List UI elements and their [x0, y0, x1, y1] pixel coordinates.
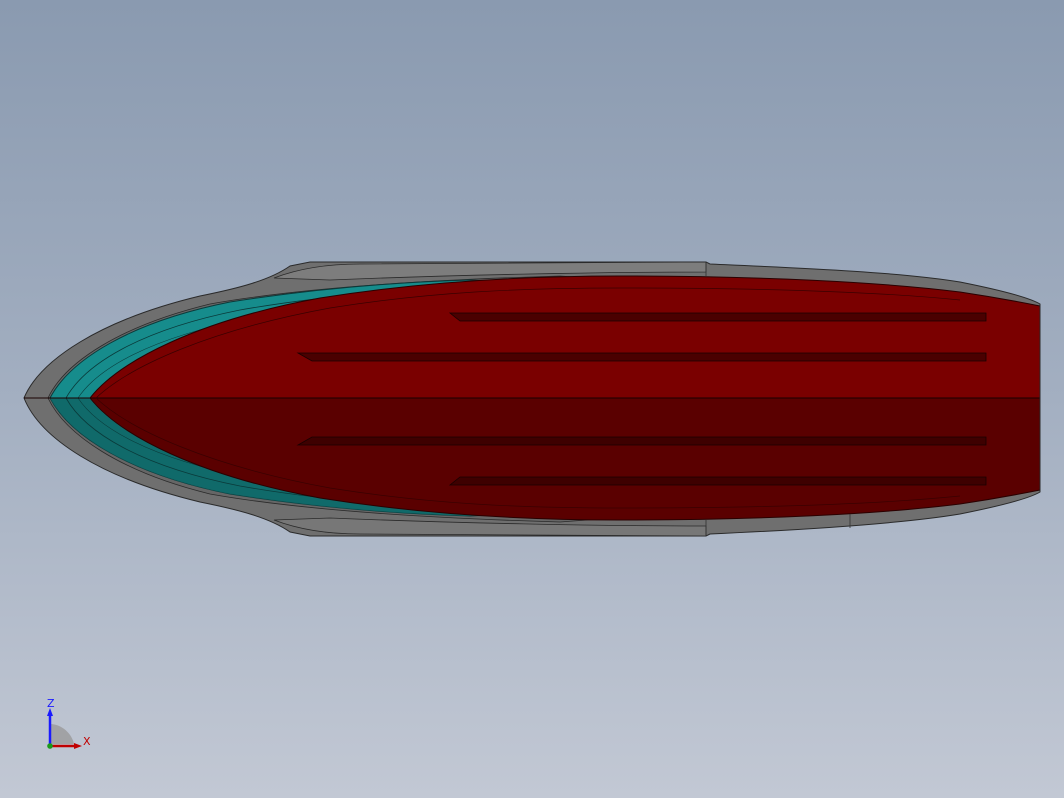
- groove-lower-inner: [296, 436, 987, 446]
- triad-origin: [47, 743, 53, 749]
- triad-plane-shade: [50, 724, 74, 744]
- triad-x-arrow: [74, 743, 82, 749]
- graphics-viewport[interactable]: Z X: [0, 0, 1064, 798]
- triad-z-label: Z: [47, 697, 55, 710]
- triad-x-label: X: [83, 735, 91, 748]
- reference-triad[interactable]: Z X: [38, 696, 98, 756]
- boat-hull-model[interactable]: [0, 0, 1064, 798]
- groove-upper-inner: [296, 352, 987, 362]
- groove-upper-outer: [448, 312, 987, 322]
- groove-lower-outer: [448, 476, 987, 486]
